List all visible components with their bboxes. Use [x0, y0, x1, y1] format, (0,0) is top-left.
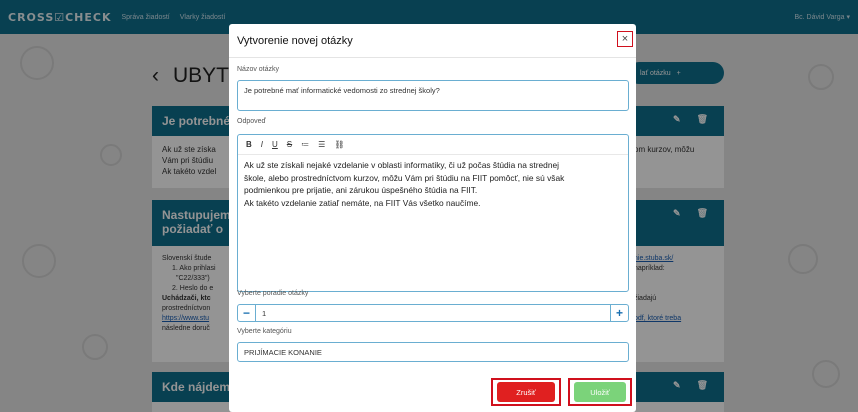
order-label: Vyberte poradie otázky — [237, 290, 309, 297]
cancel-button[interactable]: Zrušiť — [497, 382, 555, 402]
answer-line: škole, alebo prostredníctvom kurzov, môž… — [244, 172, 565, 183]
link-icon[interactable]: ⛓ — [334, 140, 344, 149]
save-button-highlight: Uložiť — [568, 378, 632, 406]
answer-line: podmienkou pre prijatie, ani zárukou úsp… — [244, 185, 478, 196]
answer-label: Odpoveď — [237, 118, 266, 125]
answer-line: Ak už ste získali nejaké vzdelanie v obl… — [244, 160, 559, 170]
create-question-modal: Vytvorenie novej otázky × Názov otázky J… — [229, 24, 636, 412]
decrement-button[interactable]: − — [238, 305, 256, 321]
order-value[interactable]: 1 — [262, 309, 266, 318]
cancel-button-highlight: Zrušiť — [491, 378, 561, 406]
ordered-list-icon[interactable]: ≔ — [301, 140, 309, 149]
underline-icon[interactable]: U — [272, 140, 278, 149]
question-label: Názov otázky — [237, 66, 280, 73]
question-textarea[interactable]: Je potrebné mať informatické vedomosti z… — [237, 80, 629, 111]
category-select[interactable]: PRIJÍMACIE KONANIE — [237, 342, 629, 362]
close-icon[interactable]: × — [617, 31, 633, 47]
editor-toolbar: B I U S ≔ ☰ ⛓ — [238, 135, 628, 155]
editor-content[interactable]: Ak už ste získali nejaké vzdelanie v obl… — [238, 155, 628, 213]
bullet-list-icon[interactable]: ☰ — [318, 140, 325, 149]
answer-line: Ak takéto vzdelanie zatiaľ nemáte, na FI… — [244, 197, 481, 208]
save-button[interactable]: Uložiť — [574, 382, 626, 402]
increment-button[interactable]: + — [610, 305, 628, 321]
italic-icon[interactable]: I — [261, 140, 263, 149]
modal-header: Vytvorenie novej otázky — [229, 24, 636, 58]
order-stepper: − 1 + — [237, 304, 629, 322]
modal-title: Vytvorenie novej otázky — [237, 34, 353, 47]
category-label: Vyberte kategóriu — [237, 328, 292, 335]
strikethrough-icon[interactable]: S — [287, 140, 292, 149]
answer-rich-editor[interactable]: B I U S ≔ ☰ ⛓ Ak už ste získali nejaké v… — [237, 134, 629, 292]
bold-icon[interactable]: B — [246, 140, 252, 149]
